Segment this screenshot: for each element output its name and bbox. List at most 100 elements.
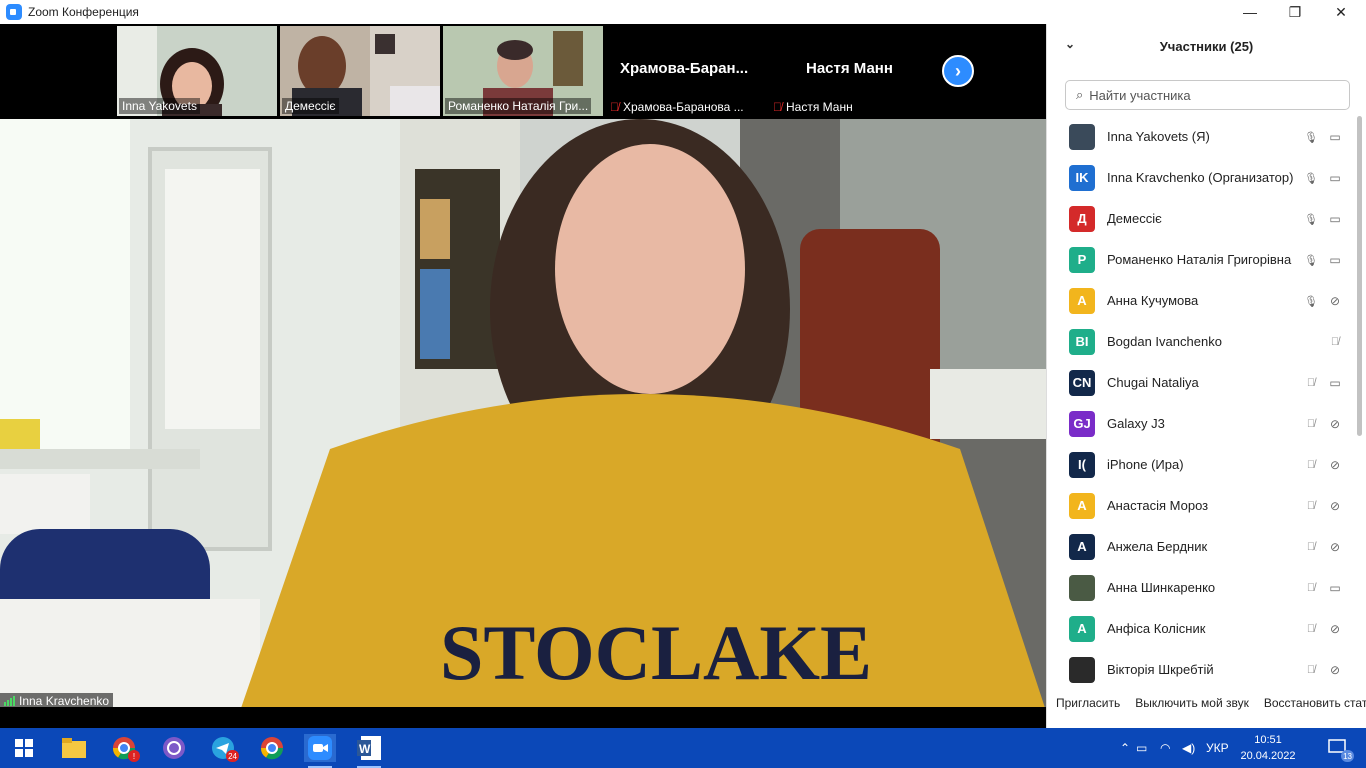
thumbnail-name: Inna Yakovets	[119, 98, 200, 114]
mic-muted-icon[interactable]: 🎙̸	[1303, 498, 1319, 514]
panel-title: Участники (25)	[1159, 38, 1254, 54]
viber-button[interactable]	[158, 734, 190, 762]
participant-avatar: I(	[1069, 451, 1095, 478]
participant-row[interactable]: GJ Galaxy J3 🎙̸ ⊘	[1047, 403, 1355, 444]
invite-button[interactable]: Пригласить	[1047, 696, 1126, 710]
close-button[interactable]: ✕	[1318, 0, 1364, 24]
start-button[interactable]	[8, 734, 40, 762]
video-on-icon[interactable]: ▭	[1327, 129, 1343, 145]
windows-icon	[15, 739, 33, 757]
video-on-icon[interactable]: ▭	[1327, 252, 1343, 268]
mic-muted-icon[interactable]: 🎙̸	[1303, 457, 1319, 473]
participant-row[interactable]: А Анфіса Колісник 🎙̸ ⊘	[1047, 608, 1355, 649]
mic-muted-icon[interactable]: 🎙̸	[1303, 662, 1319, 678]
svg-text:W: W	[359, 742, 371, 756]
thumbnail-name: Романенко Наталія Гри...	[445, 98, 592, 114]
participant-row[interactable]: Д Демессіє 🎙 ▭	[1047, 198, 1355, 239]
notification-center-button[interactable]: 13	[1322, 734, 1354, 762]
participant-row[interactable]: Inna Yakovets (Я) 🎙 ▭	[1047, 116, 1355, 157]
participant-row[interactable]: А Анна Кучумова 🎙 ⊘	[1047, 280, 1355, 321]
mic-on-icon[interactable]: 🎙	[1303, 170, 1319, 186]
minimize-button[interactable]: —	[1227, 0, 1273, 24]
active-speaker-video[interactable]: STOCLAKE Inna Kravchenko	[0, 119, 1046, 711]
participant-avatar: CN	[1069, 369, 1095, 396]
mic-on-icon[interactable]: 🎙	[1303, 211, 1319, 227]
folder-icon	[62, 738, 86, 758]
maximize-button[interactable]: ❐	[1272, 0, 1318, 24]
participant-thumbnail[interactable]: Романенко Наталія Гри...	[443, 26, 603, 116]
chevron-down-icon[interactable]: ⌄	[1065, 37, 1075, 51]
mute-me-button[interactable]: Выключить мой звук	[1126, 696, 1255, 710]
participant-avatar: Р	[1069, 246, 1095, 273]
participant-avatar: А	[1069, 287, 1095, 314]
volume-icon[interactable]: ◀)	[1182, 741, 1206, 755]
file-explorer-button[interactable]	[58, 734, 90, 762]
video-on-icon[interactable]: ▭	[1327, 375, 1343, 391]
mic-muted-icon[interactable]: 🎙̸	[1303, 539, 1319, 555]
video-on-icon[interactable]: ▭	[1327, 211, 1343, 227]
next-page-button[interactable]: ›	[942, 55, 974, 87]
chrome-button[interactable]: !	[108, 734, 140, 762]
chevron-up-icon[interactable]: ⌃	[1120, 741, 1136, 755]
participant-row[interactable]: Вікторія Шкребтій 🎙̸ ⊘	[1047, 649, 1355, 690]
participant-row[interactable]: А Анжела Бердник 🎙̸ ⊘	[1047, 526, 1355, 567]
participant-name: Анна Шинкаренко	[1107, 580, 1216, 595]
participant-row[interactable]: IK Inna Kravchenko (Организатор) 🎙 ▭	[1047, 157, 1355, 198]
participant-row[interactable]: BI Bogdan Ivanchenko 🎙̸	[1047, 321, 1355, 362]
participant-row[interactable]: А Анастасія Мороз 🎙̸ ⊘	[1047, 485, 1355, 526]
participant-avatar: А	[1069, 492, 1095, 519]
restore-audio-button[interactable]: Восстановить стат	[1255, 696, 1366, 710]
zoom-button[interactable]	[304, 734, 336, 768]
participant-thumbnail[interactable]: Демессіє	[280, 26, 440, 116]
mic-on-icon[interactable]: 🎙	[1303, 293, 1319, 309]
notification-badge: !	[128, 750, 140, 762]
mic-muted-icon[interactable]: 🎙̸	[1303, 621, 1319, 637]
tile-title: Храмова-Баран...	[620, 60, 749, 77]
mic-muted-icon: 🎙̸	[773, 100, 782, 114]
participant-avatar: Д	[1069, 205, 1095, 232]
video-off-icon[interactable]: ⊘	[1327, 457, 1343, 473]
search-icon: ⌕	[1076, 87, 1084, 102]
window-title: Zoom Конференция	[28, 5, 139, 19]
search-placeholder: Найти участника	[1089, 87, 1191, 103]
svg-text:STOCLAKE: STOCLAKE	[440, 609, 872, 696]
scrollbar[interactable]	[1357, 116, 1362, 436]
system-tray: ⌃ ▭ ◠ ◀) УКР	[1120, 728, 1229, 768]
participant-avatar: А	[1069, 615, 1095, 642]
thumbnail-name: Демессіє	[282, 98, 339, 114]
participant-row[interactable]: I(iPhone (Ира) 🎙̸ ⊘	[1047, 444, 1355, 485]
video-off-icon[interactable]: ⊘	[1327, 293, 1343, 309]
telegram-button[interactable]: 24	[207, 734, 239, 762]
participant-row[interactable]: Р Романенко Наталія Григорівна 🎙 ▭	[1047, 239, 1355, 280]
wifi-icon[interactable]: ◠	[1160, 741, 1182, 755]
signal-strength-icon	[4, 696, 15, 706]
mic-muted-icon[interactable]: 🎙̸	[1303, 580, 1319, 596]
video-on-icon[interactable]: ▭	[1327, 580, 1343, 596]
language-indicator[interactable]: УКР	[1206, 741, 1229, 755]
mic-muted-icon[interactable]: 🎙̸	[1303, 416, 1319, 432]
video-off-icon[interactable]: ⊘	[1327, 498, 1343, 514]
participant-row[interactable]: Анна Шинкаренко 🎙̸ ▭	[1047, 567, 1355, 608]
battery-icon[interactable]: ▭	[1136, 741, 1160, 755]
participant-name: Анжела Бердник	[1107, 539, 1208, 554]
participant-name: Романенко Наталія Григорівна	[1107, 252, 1292, 267]
zoom-icon	[308, 736, 332, 760]
mic-muted-icon[interactable]: 🎙̸	[1303, 375, 1319, 391]
participant-thumbnail[interactable]: Inna Yakovets	[117, 26, 277, 116]
video-off-icon[interactable]: ⊘	[1327, 662, 1343, 678]
participant-row[interactable]: CN Chugai Nataliya 🎙̸ ▭	[1047, 362, 1355, 403]
chrome-profile-button[interactable]	[256, 734, 288, 762]
word-button[interactable]: W	[353, 734, 385, 768]
video-off-icon[interactable]: ⊘	[1327, 621, 1343, 637]
video-on-icon[interactable]: ▭	[1327, 170, 1343, 186]
search-input[interactable]: ⌕ Найти участника	[1065, 80, 1350, 110]
tile-label: 🎙̸ Храмова-Баранова ...	[610, 100, 744, 114]
mic-on-icon[interactable]: 🎙	[1303, 129, 1319, 145]
mic-on-icon[interactable]: 🎙	[1303, 252, 1319, 268]
video-off-icon[interactable]: ⊘	[1327, 539, 1343, 555]
clock[interactable]: 10:51 20.04.2022	[1238, 732, 1298, 764]
panel-footer: Пригласить Выключить мой звук Восстанови…	[1047, 696, 1366, 710]
participant-name: Демессіє	[1107, 211, 1162, 226]
mic-muted-icon[interactable]: 🎙̸	[1327, 334, 1343, 350]
video-off-icon[interactable]: ⊘	[1327, 416, 1343, 432]
